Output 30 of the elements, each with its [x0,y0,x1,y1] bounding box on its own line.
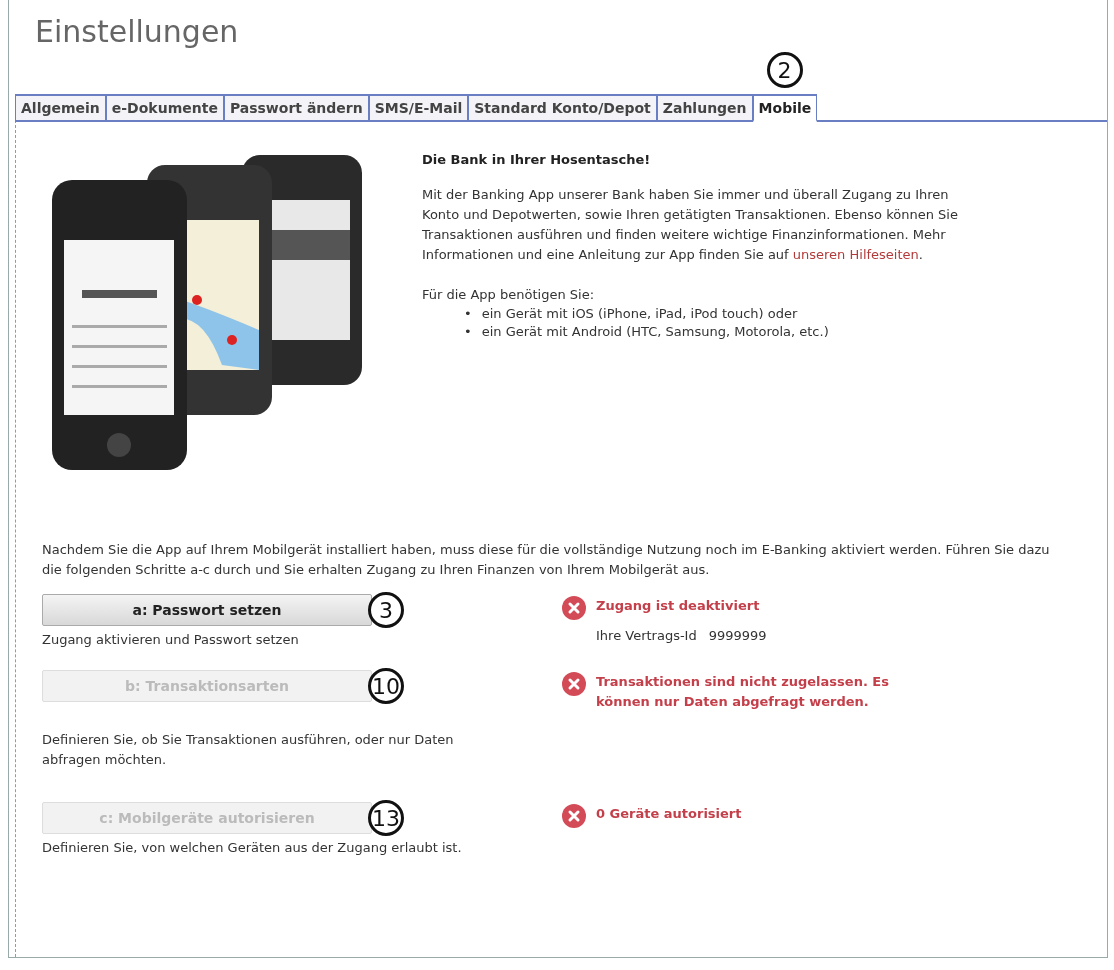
requirement-item: ein Gerät mit iOS (iPhone, iPad, iPod touch) oder [481,305,798,323]
settings-tab[interactable]: Zahlungen [656,94,753,122]
requirement-item: ein Gerät mit Android (HTC, Samsung, Motorola, etc.) [481,323,829,341]
settings-tab[interactable]: Passwort ändern [223,94,369,122]
status-message: 0 Geräte autorisiert [596,805,743,823]
settings-tab[interactable]: Standard Konto/Depot [468,94,657,122]
help-link[interactable]: unseren Hilfeseiten [792,247,919,262]
step-description: Definieren Sie, von welchen Geräten aus der Zugang erlaubt ist. [42,839,462,857]
settings-tab[interactable]: Allgemein [15,94,106,122]
detail-value: 9999999 [708,628,767,643]
bullet-mark: • [464,323,472,341]
step-description: Zugang aktivieren und Passwort setzen [42,631,300,649]
callout-number: 13 [368,800,404,836]
detail-label: Ihre Vertrags-Id [596,628,697,643]
intro-heading: Die Bank in Ihrer Hosentasche! [422,152,652,167]
settings-tab[interactable]: Mobile [752,94,818,122]
callout-number: 2 [766,52,803,88]
settings-tab[interactable]: SMS/E-Mail [368,94,469,122]
step-description: Definieren Sie, ob Sie Transaktionen ausführen, oder nur Daten abfragen möchten. [42,731,455,769]
settings-tab[interactable]: e-Dokumente [105,94,224,122]
requirements-intro: Für die App benötigen Sie: [422,286,596,304]
instructions-text: Nachdem Sie die App auf Ihrem Mobilgerät installiert haben, muss diese für die vollständige Nutzung noch im E-Banking aktiviert werden. Führen Sie dazu die folgenden Schritte a-c durch und Sie erhalten Zugang zu Ihren Finanzen von Ihrem Mobilgerät aus. [42,541,1051,579]
step-button[interactable]: a: Passwort setzen [42,594,372,626]
callout-number: 10 [368,668,404,704]
status-message: Zugang ist deaktiviert [596,597,761,615]
callout-number: 3 [368,592,404,628]
intro-paragraph: Mit der Banking App unserer Bank haben Sie immer und überall Zugang zu Ihren Konto und Depotwerten, sowie Ihren getätigten Transaktionen. Ebenso können Sie Transaktionen ausführen und finden weitere wichtige Finanzinformationen. Mehr Informationen und eine Anleitung zur App finden Sie auf unseren Hilfeseiten. [422,186,959,264]
status-message: Transaktionen sind nicht zugelassen. Es können nur Daten abgefragt werden. [596,673,890,711]
page-title: Einstellungen [35,14,240,51]
bullet-mark: • [464,305,472,323]
